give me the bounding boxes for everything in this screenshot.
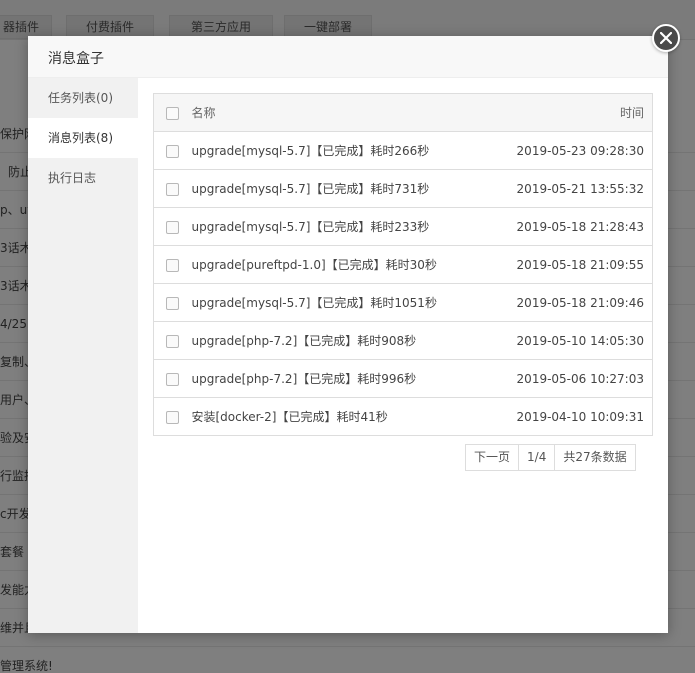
table-header-row: 名称 时间 (153, 93, 653, 132)
modal-header: 消息盒子 (28, 36, 668, 78)
message-box-modal: 消息盒子 任务列表(0) 消息列表(8) 执行日志 名称 时间 upgrade[… (28, 24, 680, 633)
side-item-task-list[interactable]: 任务列表(0) (28, 78, 138, 118)
column-header-time: 时间 (492, 93, 653, 132)
message-table: 名称 时间 upgrade[mysql-5.7]【已完成】耗时266秒 2019-… (153, 93, 653, 436)
message-time: 2019-05-18 21:28:43 (492, 207, 653, 246)
row-check-cell (153, 397, 192, 436)
select-all-checkbox[interactable] (166, 106, 180, 120)
close-button[interactable] (652, 24, 680, 52)
side-menu: 任务列表(0) 消息列表(8) 执行日志 (28, 78, 138, 633)
message-name: upgrade[mysql-5.7]【已完成】耗时233秒 (191, 207, 493, 246)
close-icon (660, 32, 672, 44)
page-indicator: 1/4 (518, 445, 554, 470)
total-count: 共27条数据 (554, 445, 634, 470)
message-time: 2019-05-23 09:28:30 (492, 131, 653, 170)
row-checkbox[interactable] (166, 144, 180, 158)
message-name: upgrade[mysql-5.7]【已完成】耗时731秒 (191, 169, 493, 208)
side-item-message-list[interactable]: 消息列表(8) (28, 118, 138, 158)
row-check-cell (153, 169, 192, 208)
message-name: 安装[docker-2]【已完成】耗时41秒 (191, 397, 493, 436)
next-page-button[interactable]: 下一页 (466, 445, 518, 470)
message-name: upgrade[mysql-5.7]【已完成】耗时1051秒 (191, 283, 493, 322)
row-checkbox[interactable] (166, 334, 180, 348)
row-check-cell (153, 359, 192, 398)
row-check-cell (153, 131, 192, 170)
row-checkbox[interactable] (166, 372, 180, 386)
row-check-cell (153, 321, 192, 360)
message-name: upgrade[mysql-5.7]【已完成】耗时266秒 (191, 131, 493, 170)
message-name: upgrade[php-7.2]【已完成】耗时996秒 (191, 359, 493, 398)
table-row: upgrade[mysql-5.7]【已完成】耗时1051秒 2019-05-18… (153, 283, 653, 322)
message-time: 2019-04-10 10:09:31 (492, 397, 653, 436)
message-time: 2019-05-18 21:09:46 (492, 283, 653, 322)
message-time: 2019-05-06 10:27:03 (492, 359, 653, 398)
row-checkbox[interactable] (166, 410, 180, 424)
message-name: upgrade[php-7.2]【已完成】耗时908秒 (191, 321, 493, 360)
select-all-cell (153, 93, 192, 132)
table-row: 安装[docker-2]【已完成】耗时41秒 2019-04-10 10:09:3… (153, 397, 653, 436)
side-item-execution-log[interactable]: 执行日志 (28, 158, 138, 198)
table-row: upgrade[php-7.2]【已完成】耗时908秒 2019-05-10 14… (153, 321, 653, 360)
row-checkbox[interactable] (166, 258, 180, 272)
table-row: upgrade[mysql-5.7]【已完成】耗时233秒 2019-05-18 … (153, 207, 653, 246)
message-time: 2019-05-21 13:55:32 (492, 169, 653, 208)
row-checkbox[interactable] (166, 182, 180, 196)
message-list-panel: 名称 时间 upgrade[mysql-5.7]【已完成】耗时266秒 2019-… (138, 78, 668, 633)
row-checkbox[interactable] (166, 220, 180, 234)
row-check-cell (153, 283, 192, 322)
row-check-cell (153, 245, 192, 284)
row-check-cell (153, 207, 192, 246)
table-row: upgrade[mysql-5.7]【已完成】耗时266秒 2019-05-23 … (153, 131, 653, 170)
column-header-name: 名称 (191, 93, 493, 132)
modal-title: 消息盒子 (48, 51, 104, 67)
table-row: upgrade[php-7.2]【已完成】耗时996秒 2019-05-06 10… (153, 359, 653, 398)
row-checkbox[interactable] (166, 296, 180, 310)
table-row: upgrade[mysql-5.7]【已完成】耗时731秒 2019-05-21 … (153, 169, 653, 208)
message-time: 2019-05-18 21:09:55 (492, 245, 653, 284)
message-time: 2019-05-10 14:05:30 (492, 321, 653, 360)
pagination: 下一页 1/4 共27条数据 (465, 444, 636, 471)
table-row: upgrade[pureftpd-1.0]【已完成】耗时30秒 2019-05-1… (153, 245, 653, 284)
message-name: upgrade[pureftpd-1.0]【已完成】耗时30秒 (191, 245, 493, 284)
